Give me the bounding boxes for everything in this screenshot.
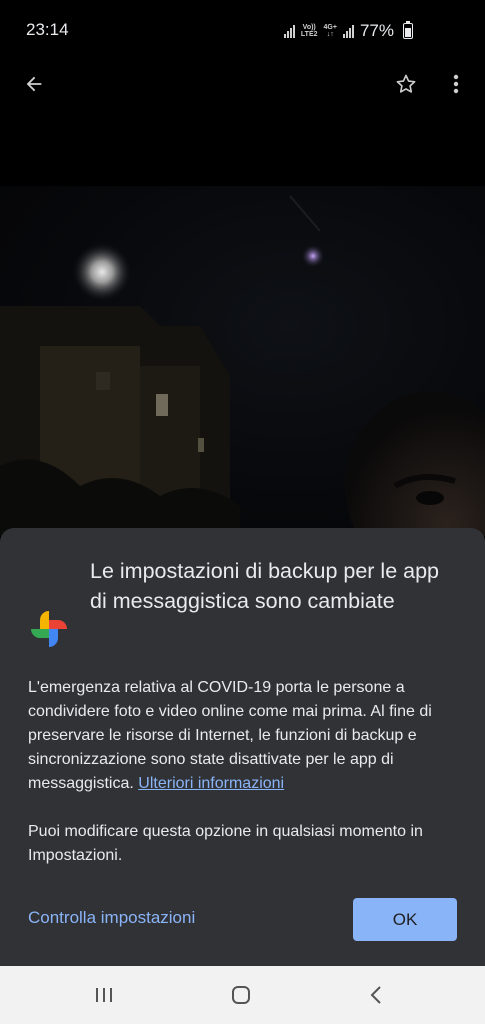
more-vert-icon[interactable]	[434, 62, 478, 106]
volte-indicator: Vo)) LTE2	[300, 24, 318, 38]
back-arrow-icon[interactable]	[12, 62, 56, 106]
top-app-bar	[0, 62, 485, 106]
status-bar: 23:14 Vo)) LTE2 4G+ ↓↑ 77%	[0, 0, 485, 62]
battery-icon	[403, 21, 413, 39]
status-indicators: Vo)) LTE2 4G+ ↓↑ 77%	[283, 20, 413, 42]
backup-settings-sheet: Le impostazioni di backup per le app di …	[0, 528, 485, 966]
dialog-title: Le impostazioni di backup per le app di …	[90, 559, 439, 613]
status-time: 23:14	[26, 20, 69, 39]
learn-more-link[interactable]: Ulteriori informazioni	[138, 775, 284, 792]
star-icon[interactable]	[384, 62, 428, 106]
battery-percent: 77%	[359, 21, 394, 40]
body-paragraph: L'emergenza relativa al COVID-19 porta l…	[28, 679, 432, 792]
check-settings-button[interactable]: Controlla impostazioni	[28, 908, 195, 928]
dialog-body: L'emergenza relativa al COVID-19 porta l…	[28, 676, 458, 868]
signal-icon-2	[342, 24, 354, 38]
recents-icon[interactable]	[74, 974, 134, 1016]
data-indicator: 4G+ ↓↑	[323, 24, 337, 38]
photo-view[interactable]	[0, 186, 485, 536]
system-nav-bar	[0, 966, 485, 1024]
nav-back-icon[interactable]	[346, 974, 406, 1016]
body-paragraph-2: Puoi modificare questa opzione in qualsi…	[28, 823, 423, 864]
google-photos-logo-icon	[31, 611, 67, 647]
home-icon[interactable]	[211, 974, 271, 1016]
signal-icon	[283, 24, 295, 38]
night-photo	[0, 195, 485, 536]
ok-button[interactable]: OK	[353, 898, 457, 941]
